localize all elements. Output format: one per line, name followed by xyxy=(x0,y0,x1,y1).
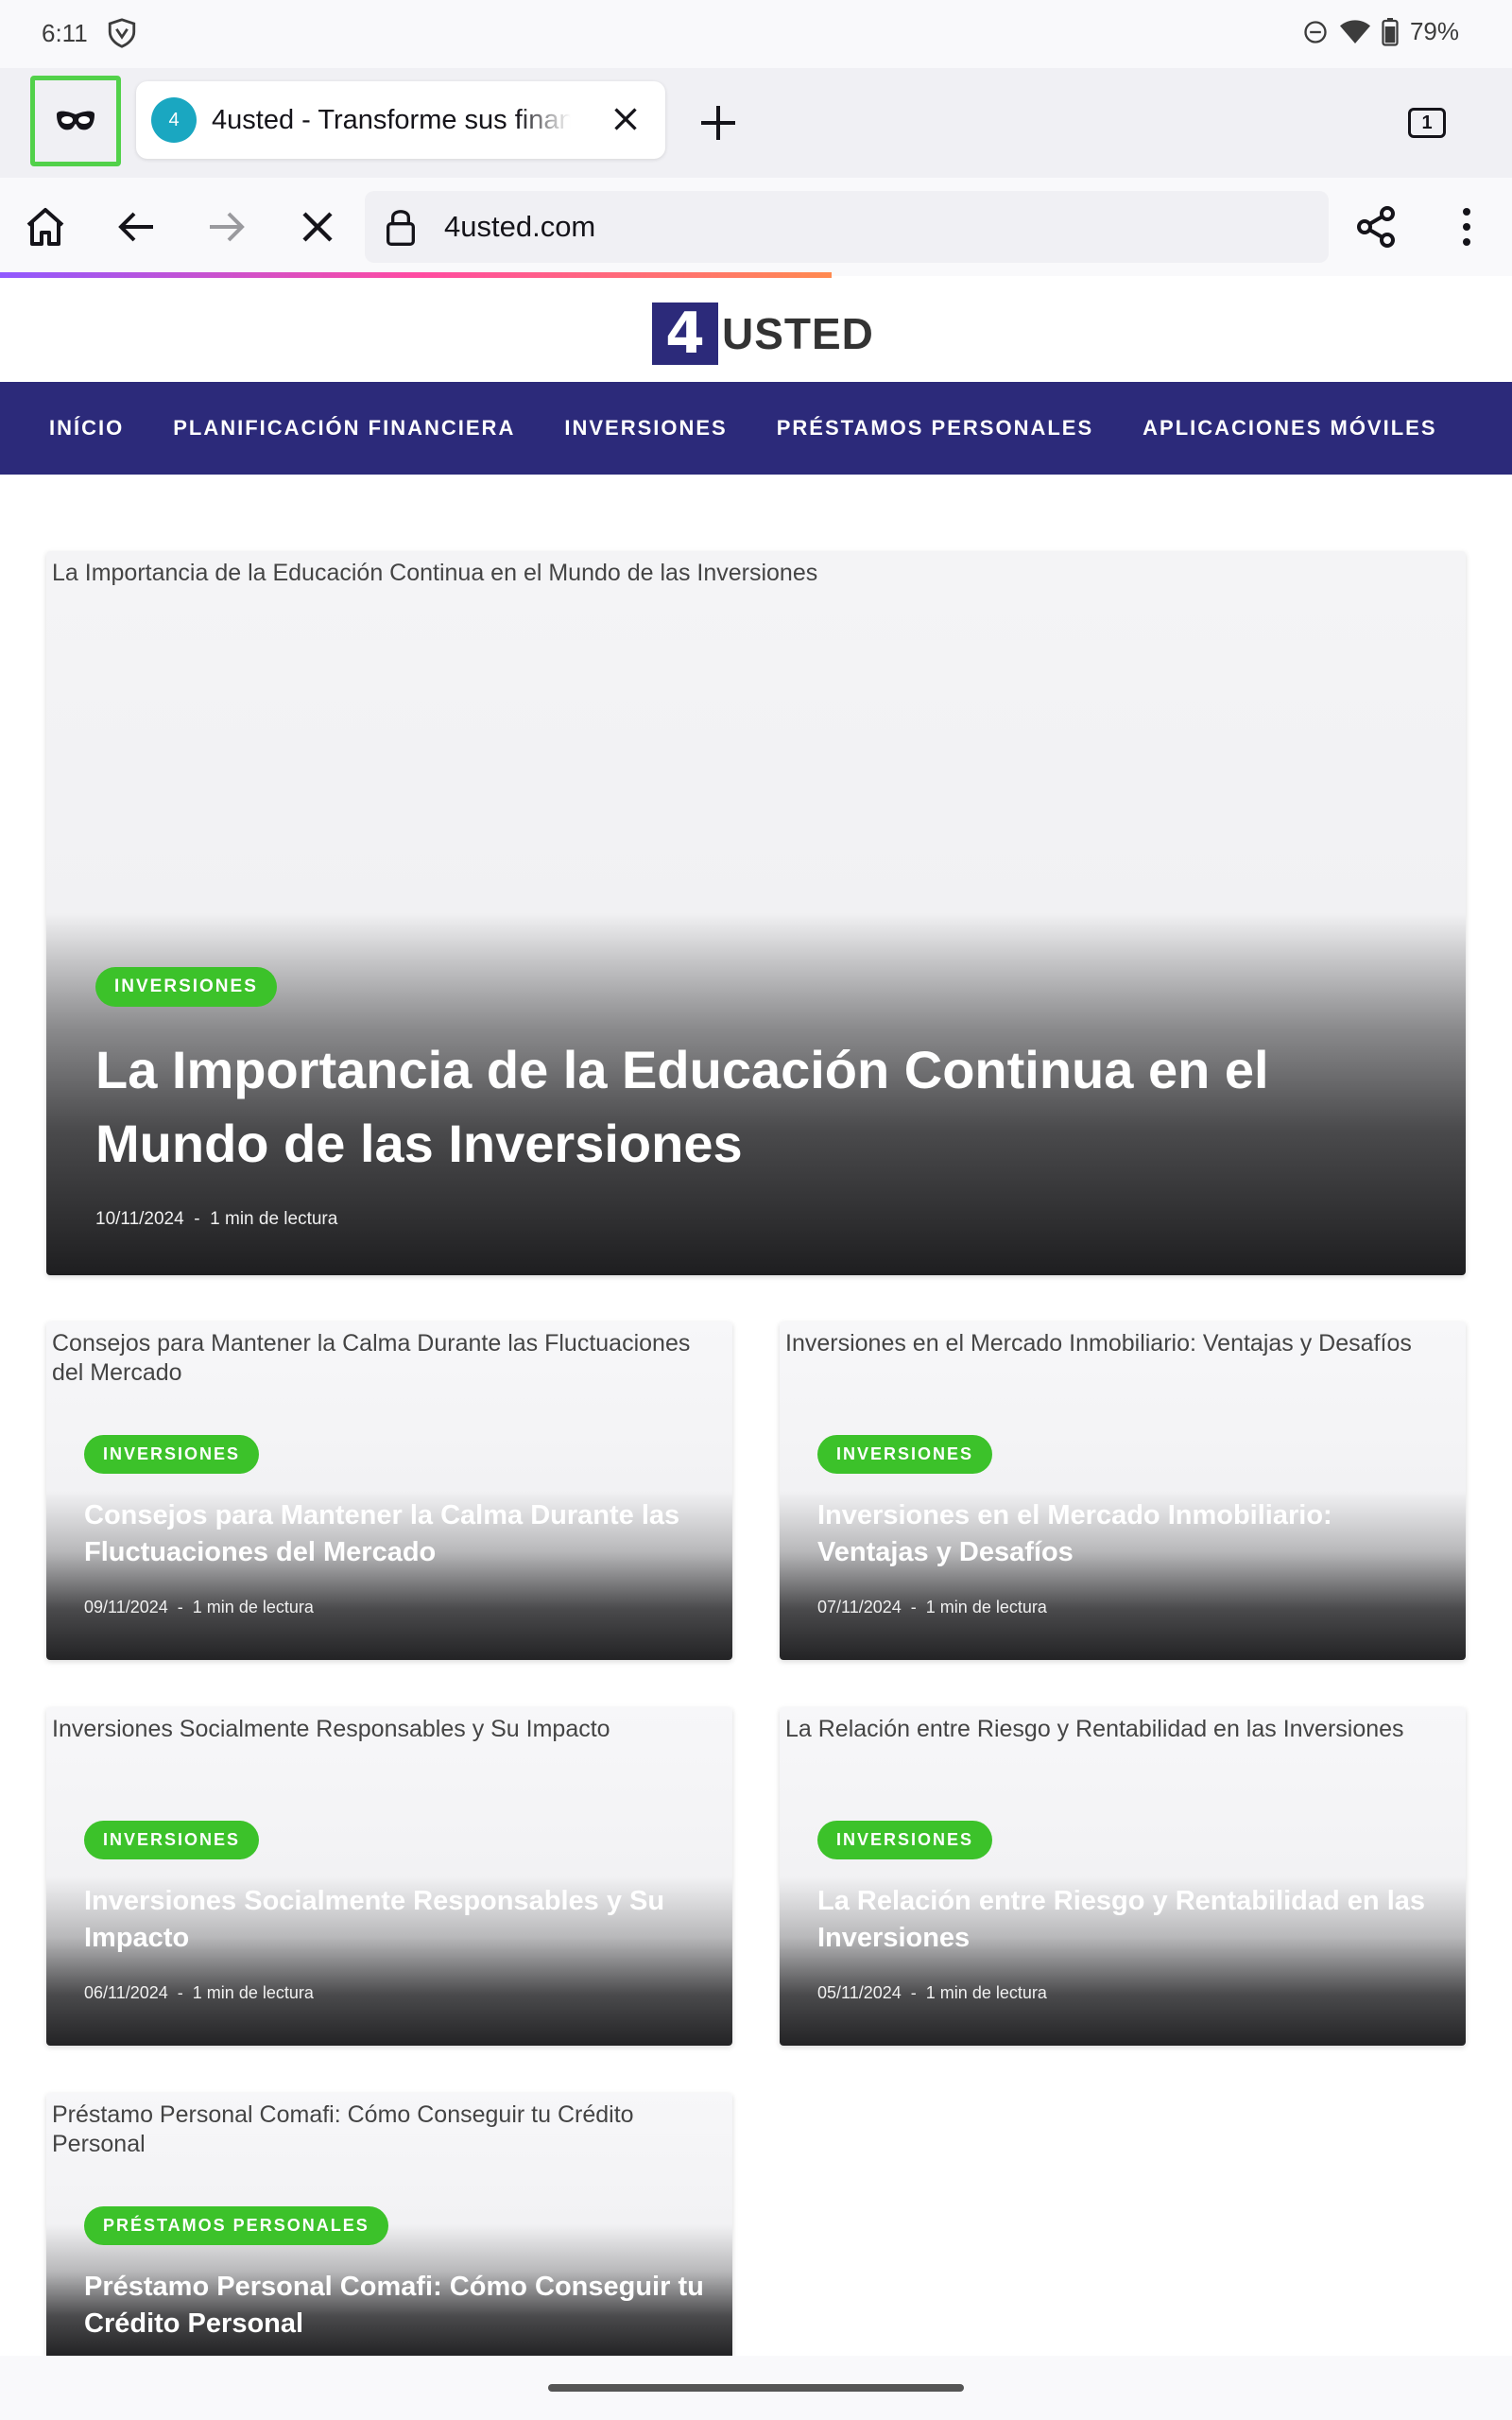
read-time: 1 min de lectura xyxy=(192,1983,314,2002)
image-alt-text: La Importancia de la Educación Continua … xyxy=(52,560,818,586)
dnd-icon xyxy=(1304,20,1327,43)
private-browsing-button[interactable] xyxy=(30,76,121,166)
forward-icon[interactable] xyxy=(204,204,249,250)
post-meta: 07/11/2024 - 1 min de lectura xyxy=(817,1598,1047,1617)
site-logo[interactable]: 4 USTED xyxy=(652,301,874,367)
nav-item-inicio[interactable]: INÍCIO xyxy=(49,416,124,441)
post-title[interactable]: La Relación entre Riesgo y Rentabilidad … xyxy=(817,1883,1441,1957)
wifi-icon xyxy=(1339,19,1370,43)
read-time: 1 min de lectura xyxy=(210,1209,338,1229)
site-header: 4 USTED xyxy=(0,278,1512,382)
vpn-icon xyxy=(108,18,136,48)
image-alt-text: Préstamo Personal Comafi: Cómo Conseguir… xyxy=(52,2101,634,2158)
post-meta: 06/11/2024 - 1 min de lectura xyxy=(84,1983,314,2003)
logo-text: USTED xyxy=(722,309,874,358)
browser-tab[interactable]: 4 4usted - Transforme sus finanzas xyxy=(136,81,665,159)
category-badge[interactable]: INVERSIONES xyxy=(84,1821,260,1859)
nav-item-planificacion[interactable]: PLANIFICACIÓN FINANCIERA xyxy=(173,416,515,441)
post-title[interactable]: Inversiones Socialmente Responsables y S… xyxy=(84,1883,708,1957)
main-navigation: INÍCIO PLANIFICACIÓN FINANCIERA INVERSIO… xyxy=(0,382,1512,475)
post-card[interactable]: La Relación entre Riesgo y Rentabilidad … xyxy=(780,1707,1466,2046)
image-alt-text: Consejos para Mantener la Calma Durante … xyxy=(52,1330,691,1387)
category-badge[interactable]: INVERSIONES xyxy=(84,1435,260,1474)
read-time: 1 min de lectura xyxy=(925,1983,1047,2002)
post-title[interactable]: Consejos para Mantener la Calma Durante … xyxy=(84,1497,708,1571)
image-alt-text: Inversiones en el Mercado Inmobiliario: … xyxy=(785,1330,1412,1357)
post-card[interactable]: Inversiones en el Mercado Inmobiliario: … xyxy=(780,1322,1466,1660)
category-badge[interactable]: PRÉSTAMOS PERSONALES xyxy=(84,2206,388,2245)
navigation-toolbar: 4usted.com xyxy=(0,178,1512,276)
tab-title: 4usted - Transforme sus finanzas xyxy=(212,104,571,135)
post-date: 07/11/2024 xyxy=(817,1598,902,1616)
nav-item-inversiones[interactable]: INVERSIONES xyxy=(564,416,727,441)
post-date: 09/11/2024 xyxy=(84,1598,168,1616)
close-icon[interactable] xyxy=(609,102,643,136)
tab-strip: 4 4usted - Transforme sus finanzas 1 xyxy=(0,68,1512,178)
share-icon[interactable] xyxy=(1353,204,1399,250)
read-time: 1 min de lectura xyxy=(925,1598,1047,1616)
nav-item-prestamos[interactable]: PRÉSTAMOS PERSONALES xyxy=(777,416,1093,441)
post-grid: La Importancia de la Educación Continua … xyxy=(0,475,1512,2356)
category-badge[interactable]: INVERSIONES xyxy=(817,1435,993,1474)
meta-separator: - xyxy=(194,1209,200,1229)
post-date: 10/11/2024 xyxy=(95,1209,184,1229)
home-icon[interactable] xyxy=(23,204,68,250)
nav-item-aplicaciones[interactable]: APLICACIONES MÓVILES xyxy=(1143,416,1436,441)
post-card[interactable]: Inversiones Socialmente Responsables y S… xyxy=(46,1707,732,2046)
post-card[interactable]: Préstamo Personal Comafi: Cómo Conseguir… xyxy=(46,2093,732,2356)
meta-separator: - xyxy=(910,1598,917,1616)
post-meta: 05/11/2024 - 1 min de lectura xyxy=(817,1983,1047,2003)
more-icon[interactable] xyxy=(1444,204,1489,250)
home-gesture-handle[interactable] xyxy=(548,2384,964,2392)
post-meta: 10/11/2024 - 1 min de lectura xyxy=(95,1209,337,1230)
post-meta: 09/11/2024 - 1 min de lectura xyxy=(84,1598,314,1617)
back-icon[interactable] xyxy=(113,204,159,250)
battery-icon xyxy=(1382,17,1399,46)
address-bar[interactable]: 4usted.com xyxy=(365,191,1329,263)
logo-mark: 4 xyxy=(652,301,718,367)
image-alt-text: Inversiones Socialmente Responsables y S… xyxy=(52,1716,610,1742)
meta-separator: - xyxy=(177,1598,183,1616)
status-bar: 6:11 79% xyxy=(0,0,1512,68)
meta-separator: - xyxy=(177,1983,183,2002)
post-card[interactable]: Consejos para Mantener la Calma Durante … xyxy=(46,1322,732,1660)
category-badge[interactable]: INVERSIONES xyxy=(95,967,277,1007)
read-time: 1 min de lectura xyxy=(192,1598,314,1616)
tab-counter-button[interactable]: 1 xyxy=(1408,108,1446,138)
meta-separator: - xyxy=(910,1983,917,2002)
post-title[interactable]: La Importancia de la Educación Continua … xyxy=(95,1033,1324,1182)
featured-post-card[interactable]: La Importancia de la Educación Continua … xyxy=(46,551,1466,1275)
url-text: 4usted.com xyxy=(444,210,596,243)
battery-level: 79% xyxy=(1409,17,1459,45)
post-date: 05/11/2024 xyxy=(817,1983,902,2002)
lock-icon[interactable] xyxy=(382,206,420,248)
status-time: 6:11 xyxy=(42,19,88,47)
image-alt-text: La Relación entre Riesgo y Rentabilidad … xyxy=(785,1716,1404,1742)
site-favicon: 4 xyxy=(151,97,197,143)
post-date: 06/11/2024 xyxy=(84,1983,168,2002)
private-mask-icon xyxy=(57,111,94,130)
gesture-navigation-bar xyxy=(0,2356,1512,2420)
post-title[interactable]: Inversiones en el Mercado Inmobiliario: … xyxy=(817,1497,1441,1571)
post-title[interactable]: Préstamo Personal Comafi: Cómo Conseguir… xyxy=(84,2269,708,2342)
plus-icon[interactable] xyxy=(696,100,741,146)
stop-icon[interactable] xyxy=(295,204,340,250)
category-badge[interactable]: INVERSIONES xyxy=(817,1821,993,1859)
